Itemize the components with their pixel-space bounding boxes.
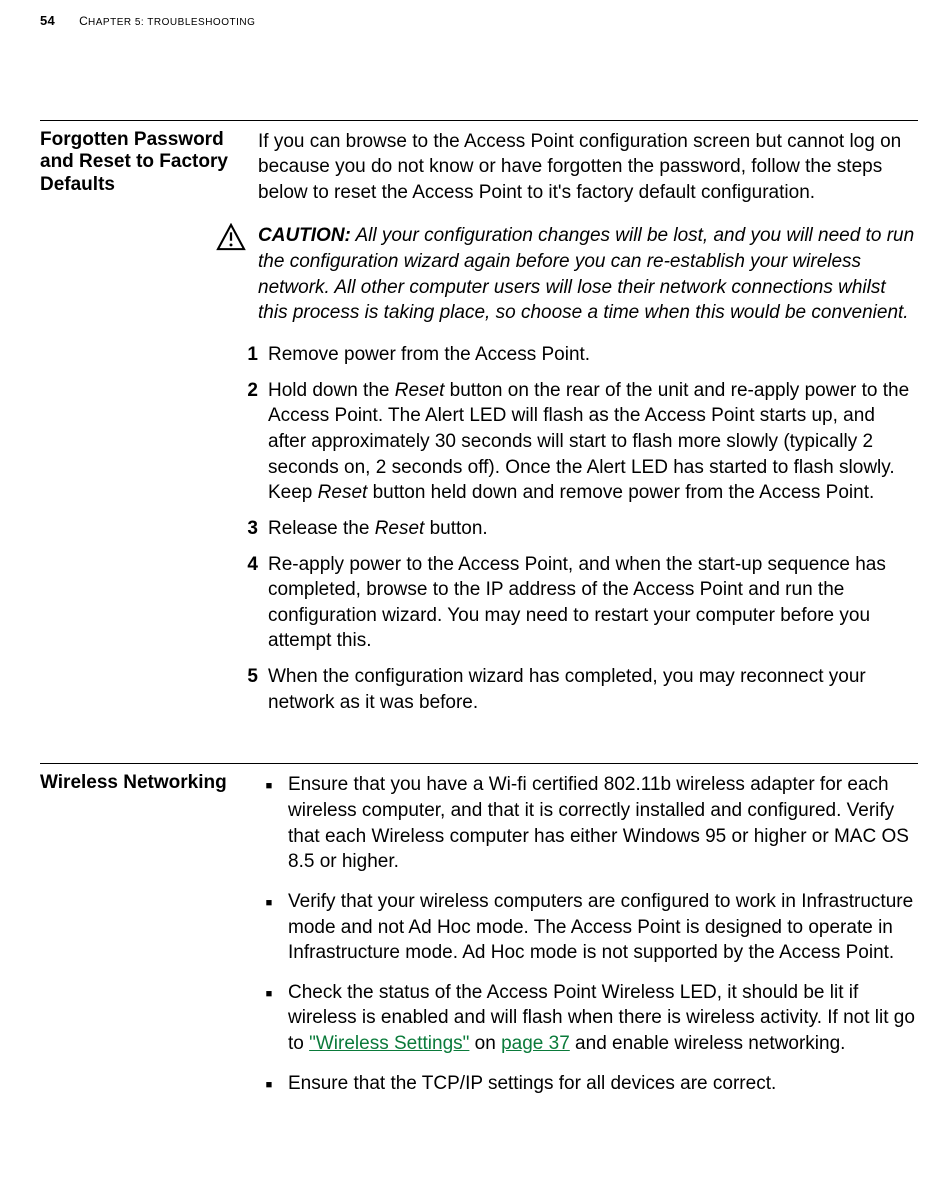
list-item: ■ Check the status of the Access Point W… xyxy=(258,980,918,1057)
section-body: If you can browse to the Access Point co… xyxy=(258,129,918,726)
caution-icon xyxy=(216,223,258,326)
section-body: ■ Ensure that you have a Wi-fi certified… xyxy=(258,772,918,1112)
running-header: 54 CHAPTER 5: TROUBLESHOOTING xyxy=(40,12,918,30)
square-bullet-icon: ■ xyxy=(258,772,280,875)
page-number: 54 xyxy=(40,12,55,30)
bullet-list: ■ Ensure that you have a Wi-fi certified… xyxy=(258,772,918,1098)
section-wireless-networking: Wireless Networking ■ Ensure that you ha… xyxy=(40,763,918,1112)
section-heading: Forgotten Password and Reset to Factory … xyxy=(40,129,258,726)
step-text: Re-apply power to the Access Point, and … xyxy=(268,552,918,655)
wireless-settings-link[interactable]: "Wireless Settings" xyxy=(309,1033,469,1054)
list-item: ■ Ensure that you have a Wi-fi certified… xyxy=(258,772,918,875)
step-number: 3 xyxy=(240,516,258,542)
step-item: 4 Re-apply power to the Access Point, an… xyxy=(240,552,918,655)
step-text: Remove power from the Access Point. xyxy=(268,342,590,368)
bullet-text: Ensure that you have a Wi-fi certified 8… xyxy=(288,772,918,875)
step-item: 5 When the configuration wizard has comp… xyxy=(240,664,918,715)
step-text: When the configuration wizard has comple… xyxy=(268,664,918,715)
intro-paragraph: If you can browse to the Access Point co… xyxy=(258,129,918,206)
square-bullet-icon: ■ xyxy=(258,1071,280,1099)
square-bullet-icon: ■ xyxy=(258,889,280,966)
list-item: ■ Verify that your wireless computers ar… xyxy=(258,889,918,966)
bullet-text: Ensure that the TCP/IP settings for all … xyxy=(288,1071,776,1099)
step-text: Release the Reset button. xyxy=(268,516,488,542)
step-number: 2 xyxy=(240,378,258,506)
square-bullet-icon: ■ xyxy=(258,980,280,1057)
bullet-text: Check the status of the Access Point Wir… xyxy=(288,980,918,1057)
step-text: Hold down the Reset button on the rear o… xyxy=(268,378,918,506)
page: 54 CHAPTER 5: TROUBLESHOOTING Forgotten … xyxy=(0,0,938,1171)
step-number: 4 xyxy=(240,552,258,655)
step-item: 2 Hold down the Reset button on the rear… xyxy=(240,378,918,506)
section-heading: Wireless Networking xyxy=(40,772,258,1112)
caution-block: CAUTION: All your configuration changes … xyxy=(216,223,918,326)
step-item: 3 Release the Reset button. xyxy=(240,516,918,542)
steps-list: 1 Remove power from the Access Point. 2 … xyxy=(240,342,918,715)
caution-text: CAUTION: All your configuration changes … xyxy=(258,223,918,326)
chapter-title: CHAPTER 5: TROUBLESHOOTING xyxy=(79,13,255,30)
step-number: 1 xyxy=(240,342,258,368)
step-item: 1 Remove power from the Access Point. xyxy=(240,342,918,368)
caution-label: CAUTION: xyxy=(258,225,351,246)
bullet-text: Verify that your wireless computers are … xyxy=(288,889,918,966)
section-forgotten-password: Forgotten Password and Reset to Factory … xyxy=(40,120,918,726)
list-item: ■ Ensure that the TCP/IP settings for al… xyxy=(258,1071,918,1099)
page-37-link[interactable]: page 37 xyxy=(501,1033,570,1054)
step-number: 5 xyxy=(240,664,258,715)
